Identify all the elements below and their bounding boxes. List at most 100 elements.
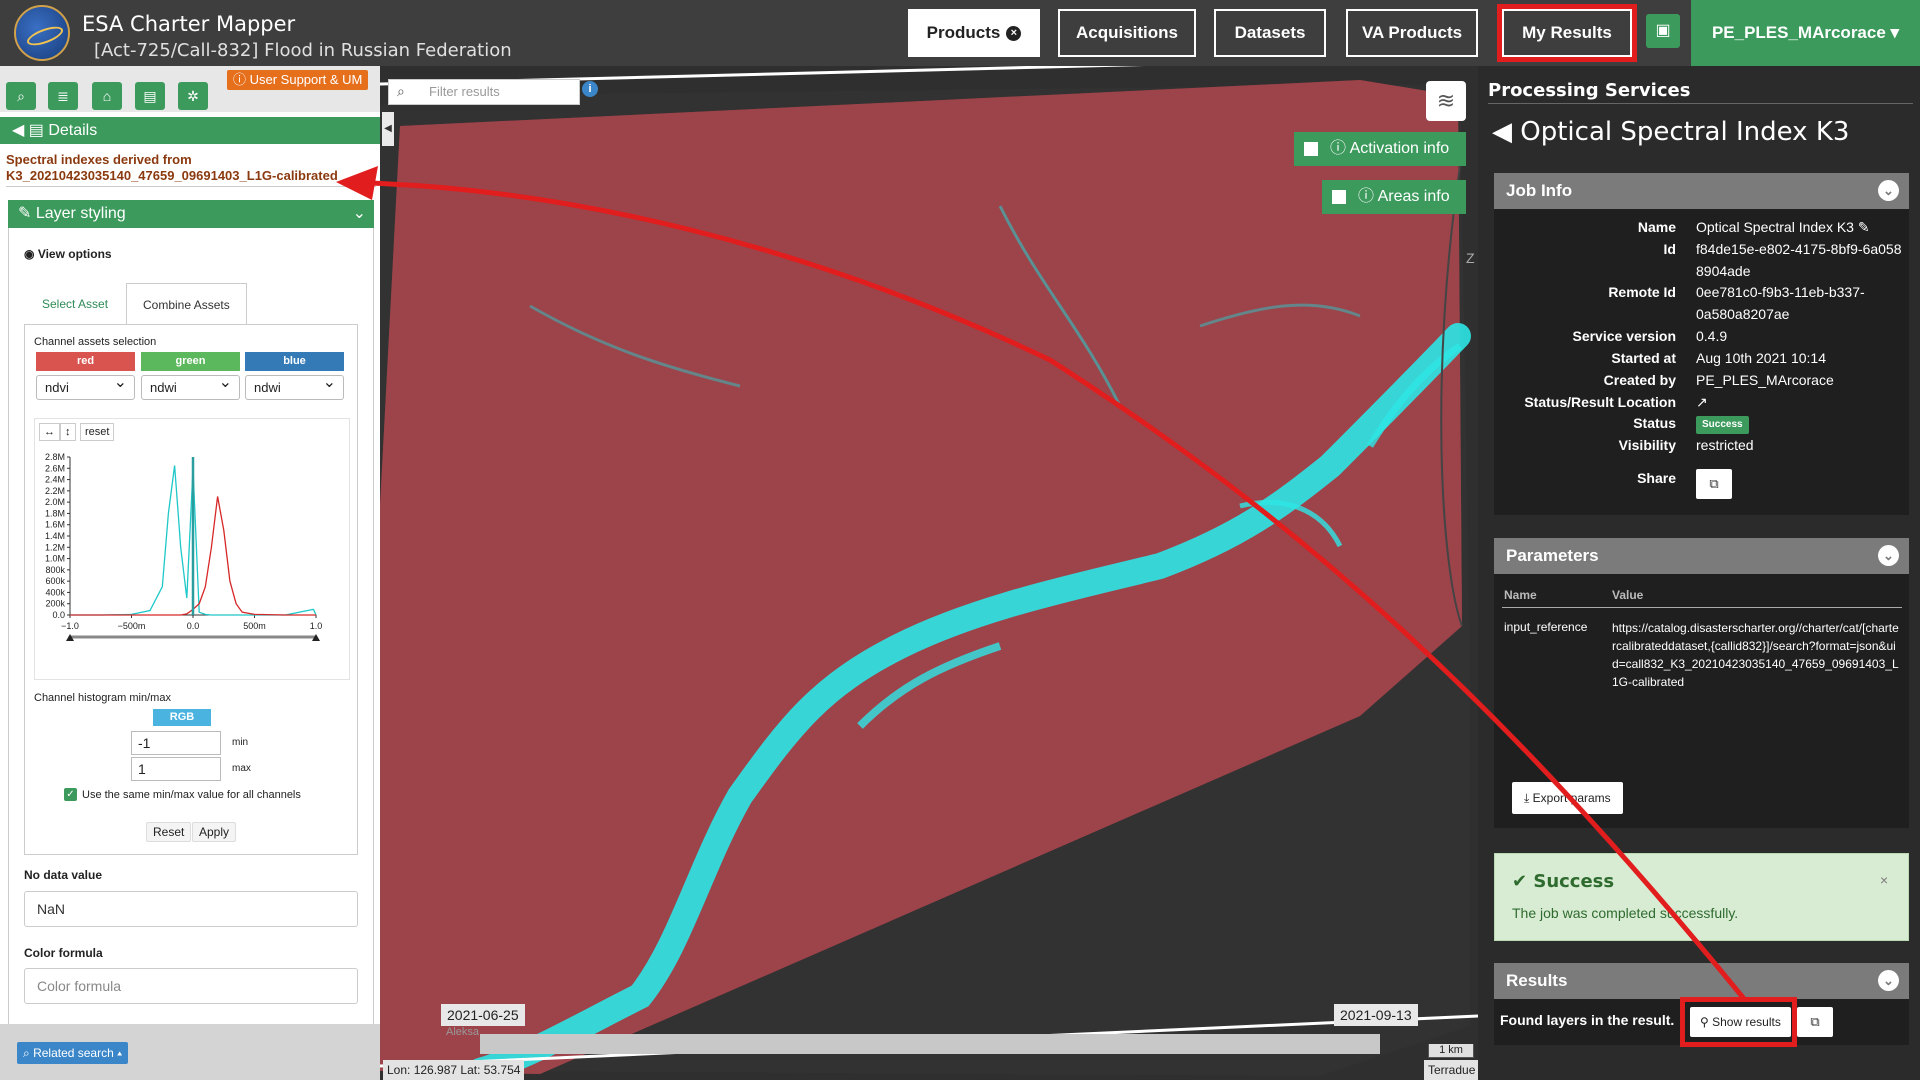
channel-green-badge: green [141, 352, 240, 371]
document-icon: ▤ [28, 122, 49, 139]
result-location-key: Status/Result Location [1524, 394, 1676, 410]
search-icon[interactable]: ⌕ [6, 82, 36, 110]
nav-acquisitions[interactable]: Acquisitions [1058, 9, 1196, 57]
apply-button[interactable]: Apply [192, 822, 237, 842]
divider [1502, 607, 1902, 608]
created-by-key: Created by [1603, 372, 1676, 388]
gear-icon[interactable]: ✲ [178, 82, 208, 110]
chevron-left-icon[interactable]: ◀ [12, 122, 29, 139]
export-params-button[interactable]: ⤓ Export params [1512, 782, 1623, 814]
user-menu-button[interactable]: PE_PLES_MArcorace ▾ [1691, 0, 1920, 66]
areas-info-label: ⓘ Areas info [1358, 188, 1450, 205]
chevron-down-icon[interactable]: ⌄ [1878, 545, 1899, 566]
archive-icon[interactable]: ▤ [135, 82, 165, 110]
y-tick-label: 2.2M [45, 486, 65, 496]
nav-va-products[interactable]: VA Products [1346, 9, 1478, 57]
filter-results-input[interactable]: Filter results [388, 79, 580, 105]
min-input[interactable]: -1 [131, 731, 221, 755]
activation-info-toggle[interactable]: ⓘ Activation info [1294, 132, 1466, 166]
channel-blue-badge: blue [245, 352, 344, 371]
nav-acquisitions-label: Acquisitions [1075, 23, 1178, 42]
nav-datasets[interactable]: Datasets [1214, 9, 1326, 57]
share-key: Share [1637, 470, 1676, 486]
blue-channel-select[interactable]: ndwi [245, 371, 344, 400]
max-input[interactable]: 1 [131, 757, 221, 781]
nav-products[interactable]: Products × [908, 9, 1040, 57]
results-header[interactable]: Results ⌄ [1494, 963, 1909, 999]
job-name-key: Name [1637, 219, 1676, 235]
y-tick-label: 1.6M [45, 520, 65, 530]
info-icon[interactable]: i [582, 81, 598, 97]
horizontal-zoom-icon[interactable]: ↔ [39, 423, 60, 441]
collapse-left-icon[interactable]: ◀ [382, 112, 394, 146]
close-icon[interactable]: × [1006, 25, 1022, 41]
chevron-down-icon[interactable]: ⌄ [353, 200, 366, 228]
layers-icon[interactable]: ≋ [1426, 81, 1466, 121]
close-icon[interactable]: × [1880, 872, 1888, 888]
satellite-layer [380, 66, 1478, 1080]
histogram-reset-button[interactable]: reset [80, 423, 115, 441]
job-info-label: Job Info [1506, 181, 1573, 200]
service-title-label: Optical Spectral Index K3 [1520, 117, 1850, 147]
areas-info-checkbox[interactable] [1332, 189, 1346, 204]
layer-title: Spectral indexes derived from K3_2021042… [6, 152, 338, 183]
chevron-down-icon[interactable]: ⌄ [1878, 180, 1899, 201]
rgb-badge: RGB [153, 709, 211, 726]
briefcase-icon[interactable]: ▣ [1646, 14, 1680, 48]
tab-combine-assets[interactable]: Combine Assets [126, 283, 247, 325]
reset-button[interactable]: Reset [146, 822, 192, 842]
service-title[interactable]: ◀ Optical Spectral Index K3 [1492, 117, 1849, 147]
copy-icon[interactable]: ⧉ [1797, 1007, 1833, 1037]
x-tick-label: 1.0 [310, 621, 323, 631]
status-badge: Success [1696, 416, 1749, 434]
layer-styling-header[interactable]: ✎ Layer styling ⌄ [8, 200, 374, 228]
basket-icon[interactable]: ⌂ [92, 82, 122, 110]
job-id-value: f84de15e-e802-4175-8bf9-6a0588904ade [1696, 241, 1902, 279]
channel-red-badge: red [36, 352, 135, 371]
same-minmax-label: Use the same min/max value for all chann… [82, 789, 301, 801]
activation-title: [Act-725/Call-832] Flood in Russian Fede… [94, 40, 512, 61]
list-icon[interactable]: ≣ [48, 82, 78, 110]
areas-info-toggle[interactable]: ⓘ Areas info [1322, 180, 1466, 214]
job-name-value[interactable]: Optical Spectral Index K3 ✎ [1696, 216, 1906, 238]
timeline-end-date[interactable]: 2021-09-13 [1334, 1004, 1418, 1026]
map-place-label: Aleksa [446, 1026, 480, 1038]
started-at-key: Started at [1611, 350, 1676, 366]
brush-icon: ✎ [18, 205, 36, 222]
external-link-icon[interactable]: ↗ [1696, 391, 1708, 413]
related-search-label: Related search ▴ [33, 1046, 123, 1060]
details-bar[interactable]: ◀ ▤ Details [0, 117, 380, 144]
app-title: ESA Charter Mapper [82, 12, 296, 36]
job-info-header[interactable]: Job Info ⌄ [1494, 173, 1909, 209]
success-title: ✔ Success [1512, 871, 1614, 892]
chevron-left-icon[interactable]: ◀ [1492, 117, 1520, 147]
same-minmax-checkbox[interactable]: ✓ [64, 788, 77, 801]
green-channel-select[interactable]: ndwi [141, 371, 240, 400]
nodata-input[interactable]: NaN [24, 891, 358, 927]
tab-select-asset[interactable]: Select Asset [26, 283, 124, 325]
chevron-down-icon[interactable]: ⌄ [1878, 970, 1899, 991]
x-tick-label: 0.0 [187, 621, 200, 631]
check-circle-icon: ✔ [1512, 871, 1534, 892]
min-label: min [232, 737, 249, 748]
eye-icon: ◉ [24, 247, 38, 261]
timeline-bar[interactable] [480, 1034, 1380, 1054]
view-options[interactable]: ◉ View options [24, 247, 112, 261]
map-scale: 1 km [1428, 1044, 1474, 1058]
color-formula-input[interactable]: Color formula [24, 968, 358, 1004]
timeline-start-date[interactable]: 2021-06-25 [441, 1004, 525, 1026]
map-view[interactable] [380, 66, 1478, 1080]
histogram-chart[interactable]: 0.0200k400k600k800k1.0M1.2M1.4M1.6M1.8M2… [34, 445, 350, 645]
param-name-header: Name [1504, 588, 1537, 602]
red-channel-select[interactable]: ndvi [36, 371, 135, 400]
parameters-label: Parameters [1506, 546, 1599, 565]
y-tick-label: 200k [45, 599, 65, 609]
copy-icon[interactable]: ⧉ [1696, 469, 1732, 499]
related-search-button[interactable]: ⌕ Related search ▴ [17, 1042, 129, 1064]
user-support-link[interactable]: ⓘ User Support & UM [227, 70, 369, 90]
nav-datasets-label: Datasets [1234, 23, 1306, 42]
parameters-header[interactable]: Parameters ⌄ [1494, 538, 1909, 574]
activation-info-checkbox[interactable] [1304, 141, 1318, 156]
y-tick-label: 2.0M [45, 497, 65, 507]
vertical-zoom-icon[interactable]: ↕ [60, 423, 76, 441]
